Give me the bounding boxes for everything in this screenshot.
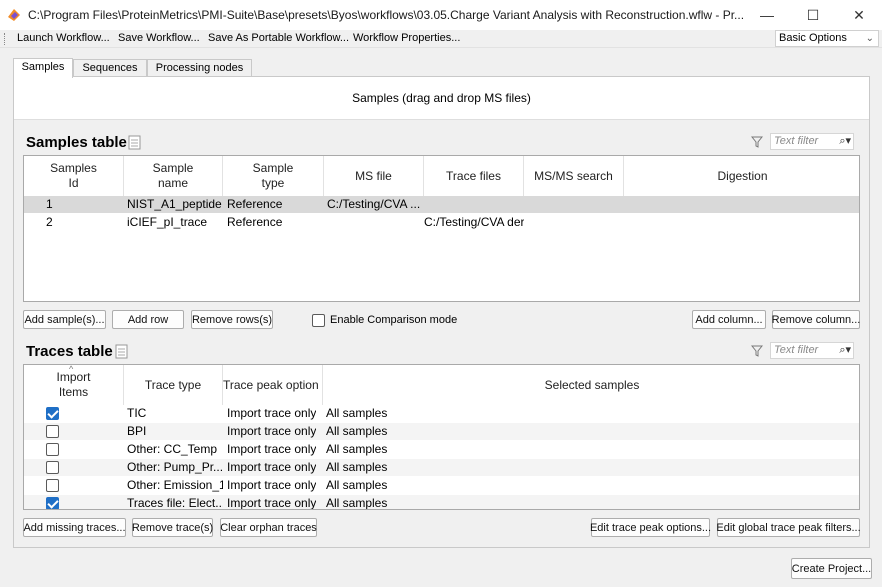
clear-orphan-traces-button[interactable]: Clear orphan traces (220, 518, 317, 537)
tab-sequences[interactable]: Sequences (73, 59, 147, 77)
cell-sample-id: 2 (46, 215, 53, 229)
column-header-digestion[interactable]: Digestion (624, 156, 859, 196)
cell-trace-type: Other: Emission_1 (127, 478, 223, 492)
edit-trace-peak-options-button[interactable]: Edit trace peak options... (590, 518, 711, 537)
workflow-properties-menu[interactable]: Workflow Properties... (353, 32, 460, 44)
minimize-button[interactable]: — (744, 0, 790, 30)
column-header-samples-id[interactable]: Samples Id (24, 156, 124, 196)
table-row[interactable]: TIC Import trace only All samples (24, 405, 859, 422)
import-checkbox[interactable] (46, 443, 59, 456)
chevron-down-icon: ⌄ (865, 33, 874, 44)
traces-table[interactable]: ^ Import Items Trace type Trace peak opti… (23, 364, 860, 510)
remove-column-button[interactable]: Remove column... (772, 310, 860, 329)
import-checkbox[interactable] (46, 461, 59, 474)
table-row[interactable]: Other: Pump_Pr... Import trace only All … (24, 459, 859, 476)
cell-sample-name: iCIEF_pI_trace (127, 215, 208, 229)
remove-traces-button[interactable]: Remove trace(s) (132, 518, 213, 537)
toolbar-grip-icon (4, 33, 6, 45)
launch-workflow-menu[interactable]: Launch Workflow... (17, 32, 110, 44)
table-row[interactable]: BPI Import trace only All samples (24, 423, 859, 440)
cell-peak-option: Import trace only (227, 406, 317, 420)
search-icon[interactable]: ⌕▾ (839, 134, 851, 149)
drop-zone[interactable]: Samples (drag and drop MS files) (14, 77, 869, 120)
cell-trace-type: TIC (127, 406, 147, 420)
cell-selected-samples: All samples (326, 406, 388, 420)
table-row[interactable]: Other: CC_Temp Import trace only All sam… (24, 441, 859, 458)
save-workflow-menu[interactable]: Save Workflow... (118, 32, 200, 44)
drop-zone-label: Samples (drag and drop MS files) (352, 91, 531, 105)
cell-trace-type: Other: CC_Temp (127, 442, 218, 456)
cell-selected-samples: All samples (326, 424, 388, 438)
table-row[interactable]: Other: Emission_1 Import trace only All … (24, 477, 859, 494)
edit-global-trace-peak-filters-button[interactable]: Edit global trace peak filters... (716, 518, 861, 537)
cell-selected-samples: All samples (326, 442, 388, 456)
cell-trace-files: C:/Testing/CVA der (424, 215, 524, 229)
column-header-trace-files[interactable]: Trace files (424, 156, 524, 196)
comparison-mode-checkbox[interactable] (312, 314, 325, 327)
filter-icon[interactable] (751, 136, 763, 148)
column-header-trace-type[interactable]: Trace type (124, 365, 223, 405)
cell-selected-samples: All samples (326, 478, 388, 492)
save-portable-workflow-menu[interactable]: Save As Portable Workflow... (208, 32, 349, 44)
cell-sample-type: Reference (227, 215, 283, 229)
cell-trace-type: BPI (127, 424, 147, 438)
traces-filter-placeholder: Text filter (774, 344, 819, 356)
column-header-ms-file[interactable]: MS file (324, 156, 424, 196)
samples-text-filter[interactable]: Text filter ⌕▾ (770, 133, 854, 150)
cell-sample-type: Reference (227, 197, 283, 211)
cell-peak-option: Import trace only (227, 460, 317, 474)
import-checkbox[interactable] (46, 497, 59, 509)
samples-table[interactable]: Samples Id Sample name Sample type MS file … (23, 155, 860, 302)
add-row-button[interactable]: Add row (112, 310, 184, 329)
cell-trace-type: Other: Pump_Pr... (127, 460, 223, 474)
import-checkbox[interactable] (46, 425, 59, 438)
add-column-button[interactable]: Add column... (692, 310, 766, 329)
add-samples-button[interactable]: Add sample(s)... (23, 310, 106, 329)
import-checkbox[interactable] (46, 407, 59, 420)
cell-trace-type: Traces file: Elect... (127, 496, 223, 510)
column-header-import-items[interactable]: Import Items (24, 365, 124, 405)
app-logo-icon (8, 9, 20, 21)
remove-rows-button[interactable]: Remove rows(s) (191, 310, 273, 329)
options-dropdown-value: Basic Options (779, 32, 847, 44)
menu-bar: Launch Workflow... Save Workflow... Save… (0, 30, 882, 48)
samples-filter-placeholder: Text filter (774, 135, 819, 147)
cell-peak-option: Import trace only (227, 496, 317, 510)
document-icon[interactable] (128, 135, 141, 150)
comparison-mode-label: Enable Comparison mode (330, 314, 458, 326)
traces-text-filter[interactable]: Text filter ⌕▾ (770, 342, 854, 359)
options-dropdown[interactable]: Basic Options ⌄ (775, 30, 879, 47)
table-row[interactable]: 1 NIST_A1_peptide Reference C:/Testing/C… (24, 196, 859, 213)
tab-processing-nodes[interactable]: Processing nodes (147, 59, 252, 77)
samples-table-title: Samples table (26, 134, 127, 151)
cell-ms-file: C:/Testing/CVA ... (327, 197, 421, 211)
close-button[interactable]: ✕ (836, 0, 882, 30)
column-header-sample-type[interactable]: Sample type (223, 156, 324, 196)
cell-peak-option: Import trace only (227, 478, 317, 492)
search-icon[interactable]: ⌕▾ (839, 343, 851, 358)
document-icon[interactable] (115, 344, 128, 359)
tab-samples[interactable]: Samples (13, 58, 73, 78)
table-row[interactable]: Traces file: Elect... Import trace only … (24, 495, 859, 510)
filter-icon[interactable] (751, 345, 763, 357)
import-checkbox[interactable] (46, 479, 59, 492)
table-row[interactable]: 2 iCIEF_pI_trace Reference C:/Testing/CV… (24, 214, 859, 231)
title-bar: C:\Program Files\ProteinMetrics\PMI-Suit… (0, 0, 882, 30)
add-missing-traces-button[interactable]: Add missing traces... (23, 518, 126, 537)
cell-peak-option: Import trace only (227, 442, 317, 456)
cell-peak-option: Import trace only (227, 424, 317, 438)
column-header-sample-name[interactable]: Sample name (124, 156, 223, 196)
maximize-button[interactable]: ☐ (790, 0, 836, 30)
cell-selected-samples: All samples (326, 496, 388, 510)
column-header-trace-peak-option[interactable]: Trace peak option (223, 365, 323, 405)
column-header-msms-search[interactable]: MS/MS search (524, 156, 624, 196)
samples-panel: Samples (drag and drop MS files) Samples… (13, 76, 870, 548)
traces-table-title: Traces table (26, 343, 113, 360)
cell-sample-name: NIST_A1_peptide (127, 197, 222, 211)
cell-selected-samples: All samples (326, 460, 388, 474)
window-title: C:\Program Files\ProteinMetrics\PMI-Suit… (28, 8, 745, 22)
cell-sample-id: 1 (46, 197, 53, 211)
column-header-selected-samples[interactable]: Selected samples (323, 365, 859, 405)
create-project-button[interactable]: Create Project... (791, 558, 872, 579)
